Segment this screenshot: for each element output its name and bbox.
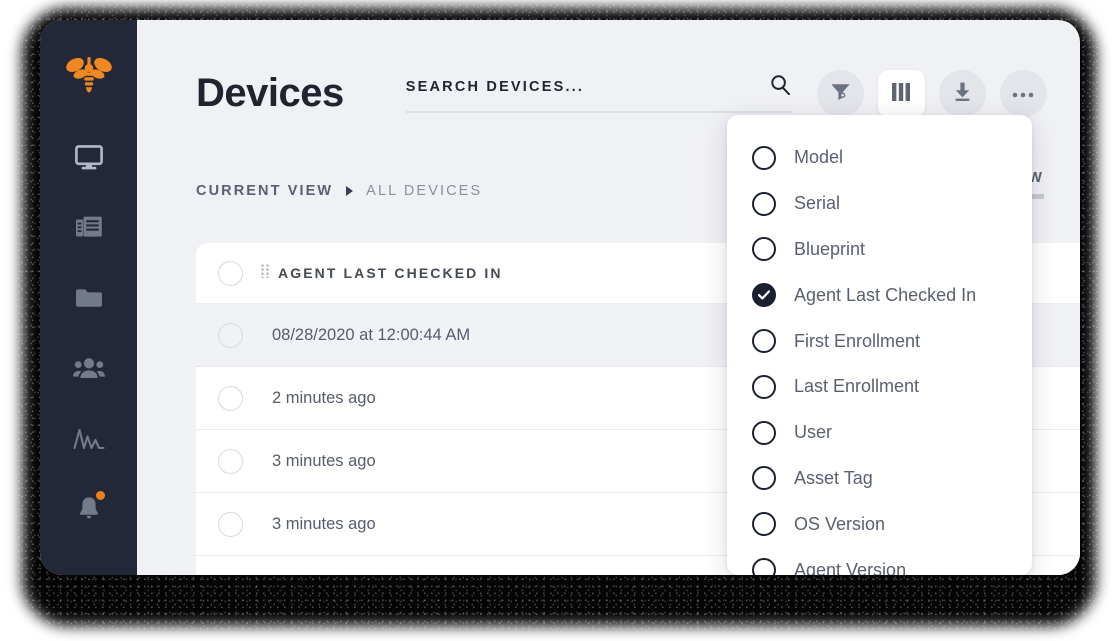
checkbox-circle-icon[interactable] xyxy=(752,420,776,445)
row-checkbox[interactable] xyxy=(218,574,243,575)
row-checkbox[interactable] xyxy=(218,511,243,537)
checkbox-circle-icon[interactable] xyxy=(752,191,776,216)
cell-agent-last-checked-in: 3 minutes ago xyxy=(272,514,376,533)
search-field[interactable] xyxy=(405,74,791,113)
monitor-icon xyxy=(74,145,103,171)
breadcrumb: CURRENT VIEW ALL DEVICES xyxy=(196,183,482,199)
menu-item-label: First Enrollment xyxy=(794,330,921,351)
ellipsis-icon xyxy=(1012,86,1034,101)
menu-item-os-version[interactable]: OS Version xyxy=(727,501,1032,547)
checkbox-circle-icon[interactable] xyxy=(752,374,776,399)
menu-item-label: OS Version xyxy=(794,513,886,534)
select-all-checkbox[interactable] xyxy=(218,260,243,286)
notification-badge xyxy=(95,491,105,500)
cell-agent-last-checked-in: 08/28/2020 at 12:00:44 AM xyxy=(272,325,471,344)
main-content: Devices SEARCH DEVICES... CURRENT VIEW A… xyxy=(137,20,1080,575)
checkbox-circle-icon[interactable] xyxy=(752,558,776,575)
columns-icon xyxy=(890,82,912,105)
menu-item-user[interactable]: User xyxy=(727,410,1032,456)
breadcrumb-value[interactable]: ALL DEVICES xyxy=(366,183,482,199)
menu-item-label: Agent Last Checked In xyxy=(794,284,977,305)
search-input[interactable] xyxy=(405,78,762,95)
checkbox-circle-icon[interactable] xyxy=(752,329,776,354)
toolbar-buttons xyxy=(816,69,1047,117)
sidebar-nav xyxy=(40,20,137,575)
screenshot-stage: Devices SEARCH DEVICES... CURRENT VIEW A… xyxy=(0,0,1120,641)
sidebar-item-library[interactable] xyxy=(61,276,117,320)
checkbox-circle-icon[interactable] xyxy=(752,466,776,491)
sidebar-item-activity[interactable] xyxy=(61,416,117,460)
more-button[interactable] xyxy=(999,69,1047,117)
download-icon xyxy=(952,81,973,105)
checkbox-circle-icon[interactable] xyxy=(752,145,776,170)
page-title: Devices xyxy=(196,71,344,115)
bee-logo-icon[interactable] xyxy=(62,50,116,104)
columns-dropdown-menu: Model Serial Blueprint Agent Last Checke… xyxy=(727,115,1032,575)
search-icon[interactable] xyxy=(770,74,791,100)
breadcrumb-label: CURRENT VIEW xyxy=(196,183,334,199)
row-checkbox[interactable] xyxy=(218,385,243,411)
column-header-agent-last-checked-in[interactable]: AGENT LAST CHECKED IN xyxy=(278,265,503,281)
menu-item-serial[interactable]: Serial xyxy=(727,181,1032,227)
chevron-right-icon xyxy=(346,186,354,196)
menu-item-agent-version[interactable]: Agent Version xyxy=(727,547,1032,575)
menu-item-label: Last Enrollment xyxy=(794,376,920,397)
sidebar-items xyxy=(40,136,137,530)
sidebar-item-blueprints[interactable] xyxy=(61,206,117,250)
folder-icon xyxy=(75,286,103,310)
checkbox-circle-icon[interactable] xyxy=(752,512,776,537)
row-checkbox[interactable] xyxy=(218,448,243,474)
menu-item-first-enrollment[interactable]: First Enrollment xyxy=(727,318,1032,364)
export-button[interactable] xyxy=(938,69,986,117)
sidebar-item-devices[interactable] xyxy=(61,136,117,180)
menu-item-model[interactable]: Model xyxy=(727,135,1032,181)
sidebar-item-notifications[interactable] xyxy=(61,486,117,530)
activity-icon xyxy=(72,426,105,450)
page-header: Devices xyxy=(137,20,1080,130)
menu-item-asset-tag[interactable]: Asset Tag xyxy=(727,456,1032,502)
menu-item-label: Serial xyxy=(794,193,841,214)
filter-icon xyxy=(830,82,851,105)
documents-icon xyxy=(75,215,103,241)
menu-item-agent-last-checked-in[interactable]: Agent Last Checked In xyxy=(727,272,1032,318)
menu-item-label: Blueprint xyxy=(794,238,866,259)
cell-agent-last-checked-in: 3 minutes ago xyxy=(272,451,376,470)
filter-button[interactable] xyxy=(816,69,864,117)
checkbox-circle-icon[interactable] xyxy=(752,237,776,262)
row-checkbox[interactable] xyxy=(218,322,243,348)
sidebar-item-users[interactable] xyxy=(61,346,117,390)
menu-item-label: User xyxy=(794,422,833,443)
menu-item-last-enrollment[interactable]: Last Enrollment xyxy=(727,364,1032,410)
menu-item-label: Model xyxy=(794,147,844,168)
cell-agent-last-checked-in: 2 minutes ago xyxy=(272,388,376,407)
menu-item-blueprint[interactable]: Blueprint xyxy=(727,227,1032,273)
menu-item-label: Agent Version xyxy=(794,559,907,575)
application-window: Devices SEARCH DEVICES... CURRENT VIEW A… xyxy=(40,20,1080,575)
users-icon xyxy=(72,356,105,380)
columns-button[interactable] xyxy=(877,69,925,117)
drag-handle-icon[interactable] xyxy=(261,263,269,283)
menu-item-label: Asset Tag xyxy=(794,467,873,488)
checkbox-circle-checked-icon[interactable] xyxy=(752,283,776,308)
